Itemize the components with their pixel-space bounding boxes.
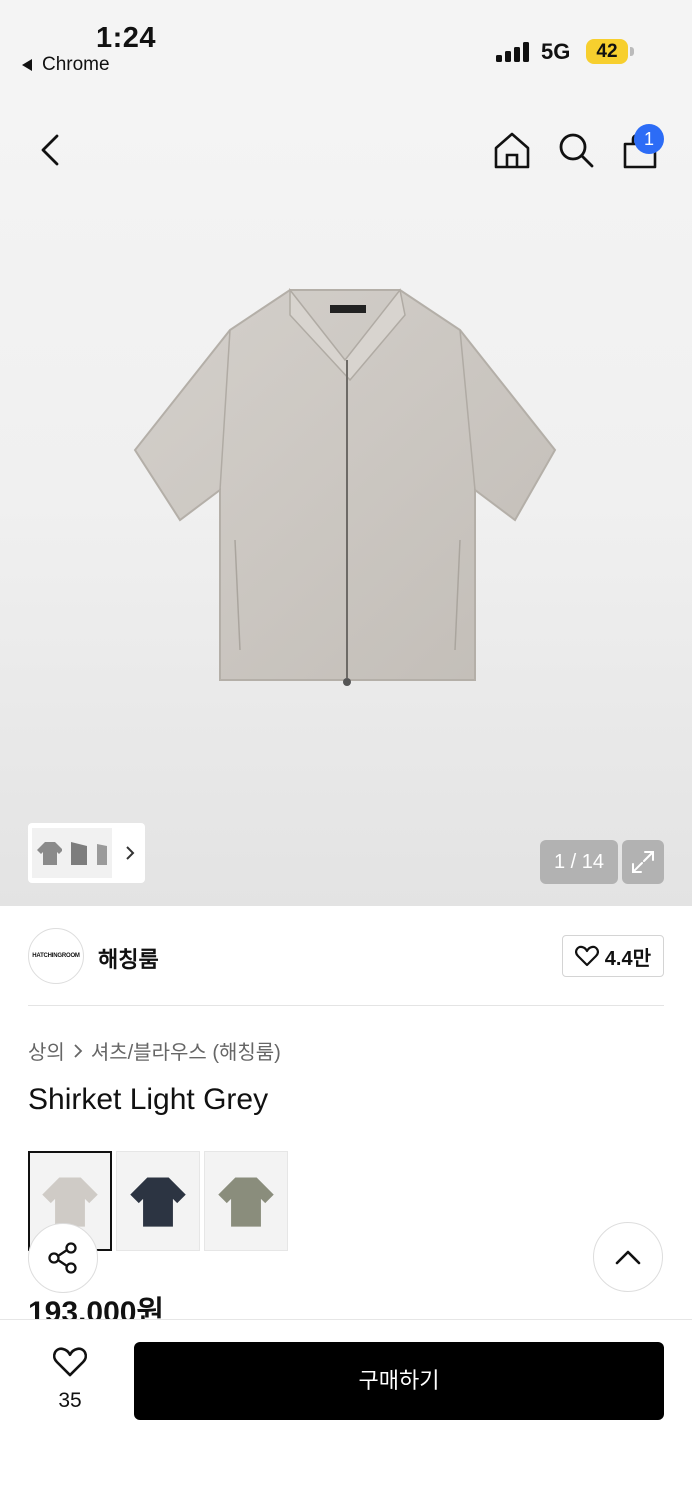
breadcrumb-category[interactable]: 상의 [28, 1036, 65, 1065]
back-app-label: Chrome [42, 54, 110, 75]
brand-name[interactable]: 해칭룸 [98, 942, 159, 974]
wishlist-button[interactable]: 35 [40, 1346, 100, 1413]
share-icon [48, 1242, 77, 1274]
network-label: 5G [541, 39, 571, 64]
status-bar: 1:24 Chrome 5G 42 [0, 0, 692, 90]
brand-like-count: 4.4만 [604, 947, 651, 970]
expand-icon [632, 851, 654, 873]
color-option-navy[interactable] [116, 1151, 200, 1251]
buy-button[interactable]: 구매하기 [134, 1342, 664, 1420]
chevron-left-icon [41, 134, 59, 166]
scroll-to-top-button[interactable] [593, 1222, 663, 1292]
product-gallery[interactable]: 1 / 14 [0, 90, 692, 906]
thumbnail [92, 828, 112, 878]
heart-icon [52, 1347, 88, 1377]
expand-button[interactable] [622, 840, 664, 884]
chevron-right-icon [74, 1043, 83, 1058]
chevron-up-icon [615, 1250, 641, 1265]
signal-icon [496, 42, 529, 62]
share-button[interactable] [28, 1223, 98, 1293]
status-time: 1:24 [96, 22, 157, 54]
brand-row[interactable]: HATCHINGROOM 해칭룸 4.4만 [28, 928, 664, 984]
breadcrumb-subcategory[interactable]: 셔츠/블라우스 (해칭룸) [91, 1036, 281, 1065]
wishlist-count: 35 [58, 1389, 82, 1412]
cart-count-badge: 1 [634, 124, 664, 154]
divider [28, 1005, 664, 1006]
brand-like-button[interactable]: 4.4만 [561, 935, 664, 977]
brand-logo[interactable]: HATCHINGROOM [28, 928, 84, 984]
color-option-olive[interactable] [204, 1151, 288, 1251]
battery-icon: 42 [586, 39, 628, 64]
back-to-app[interactable]: Chrome [22, 54, 110, 76]
product-image [133, 287, 557, 686]
back-button[interactable] [30, 130, 70, 170]
search-button[interactable] [554, 128, 598, 172]
home-icon [494, 132, 530, 169]
chevron-right-icon [126, 846, 135, 860]
image-counter: 1 / 14 [540, 840, 618, 884]
back-triangle-icon [22, 59, 32, 71]
search-icon [559, 133, 594, 168]
heart-icon [574, 945, 599, 967]
battery-cap [630, 47, 634, 56]
home-button[interactable] [490, 128, 534, 172]
thumbnail-strip[interactable] [28, 823, 145, 883]
product-title: Shirket Light Grey [28, 1083, 269, 1116]
breadcrumb: 상의 셔츠/블라우스 (해칭룸) [28, 1036, 281, 1065]
bottom-action-bar: 35 구매하기 [0, 1319, 692, 1500]
